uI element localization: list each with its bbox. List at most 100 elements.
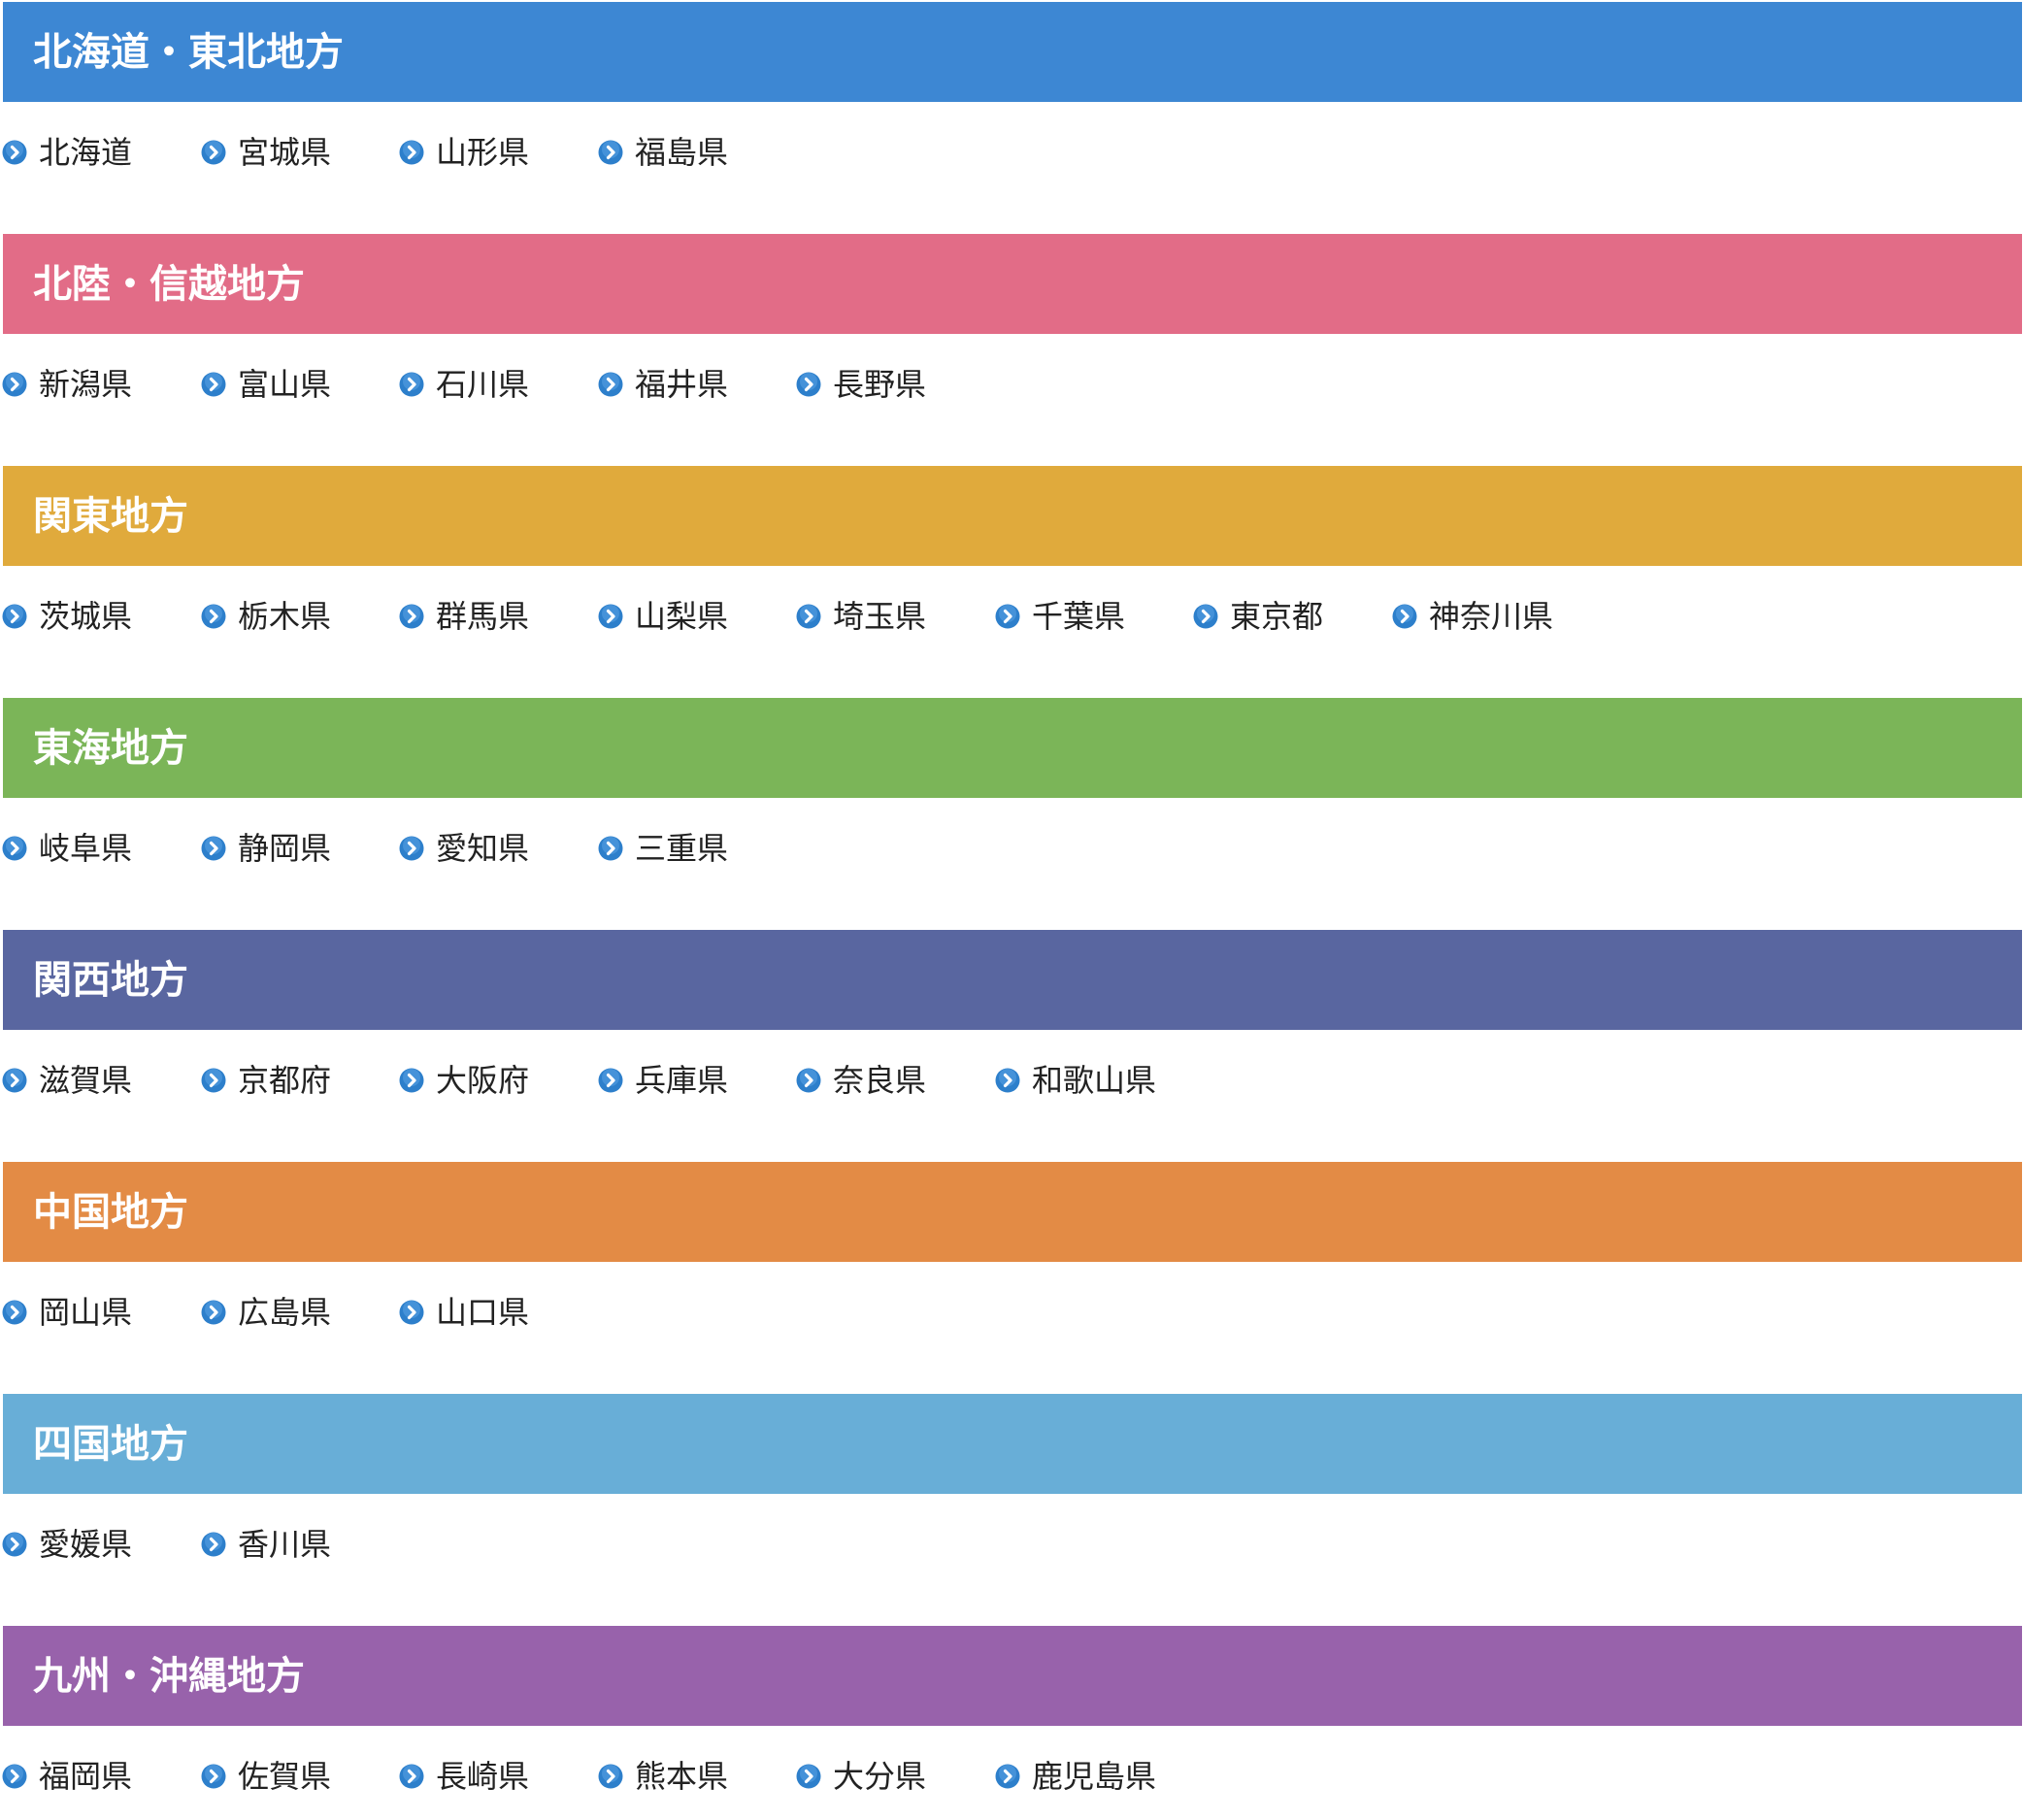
region-tokai: 東海地方岐阜県 静岡県 愛知県 三重県 xyxy=(0,698,2023,892)
prefecture-link[interactable]: 山口県 xyxy=(399,1288,529,1337)
prefecture-link[interactable]: 奈良県 xyxy=(796,1056,926,1105)
region-title: 北海道・東北地方 xyxy=(33,29,344,75)
prefecture-link[interactable]: 新潟県 xyxy=(2,360,132,409)
chevron-right-circle-icon xyxy=(995,604,1020,629)
prefecture-link[interactable]: 埼玉県 xyxy=(796,592,926,641)
chevron-right-circle-icon xyxy=(399,604,424,629)
prefecture-label: 岡山県 xyxy=(39,1294,133,1331)
chevron-right-circle-icon xyxy=(201,836,226,861)
prefecture-label: 長崎県 xyxy=(436,1758,530,1795)
chevron-right-circle-icon xyxy=(598,372,623,397)
prefecture-link[interactable]: 愛媛県 xyxy=(2,1520,132,1569)
region-title: 九州・沖縄地方 xyxy=(33,1653,305,1699)
prefecture-link[interactable]: 鹿児島県 xyxy=(995,1752,1156,1801)
prefecture-link[interactable]: 福井県 xyxy=(598,360,728,409)
prefecture-label: 埼玉県 xyxy=(833,598,927,635)
prefecture-link[interactable]: 広島県 xyxy=(201,1288,331,1337)
prefecture-link[interactable]: 静岡県 xyxy=(201,824,331,873)
prefecture-label: 福井県 xyxy=(635,366,729,403)
region-chugoku: 中国地方岡山県 広島県 山口県 xyxy=(0,1162,2023,1356)
region-hokkaido-tohoku: 北海道・東北地方北海道 宮城県 山形県 福島県 xyxy=(0,2,2023,196)
prefecture-label: 和歌山県 xyxy=(1032,1062,1157,1099)
chevron-right-circle-icon xyxy=(796,604,821,629)
prefecture-list: 滋賀県 京都府 大阪府 兵庫県 奈良県 和歌山県 xyxy=(0,1056,2023,1105)
region-header: 関西地方 xyxy=(3,930,2022,1030)
region-header: 中国地方 xyxy=(3,1162,2022,1262)
chevron-right-circle-icon xyxy=(1193,604,1218,629)
prefecture-link[interactable]: 熊本県 xyxy=(598,1752,728,1801)
prefecture-link[interactable]: 北海道 xyxy=(2,128,132,177)
prefecture-link[interactable]: 和歌山県 xyxy=(995,1056,1156,1105)
prefecture-link[interactable]: 宮城県 xyxy=(201,128,331,177)
prefecture-link[interactable]: 富山県 xyxy=(201,360,331,409)
prefecture-label: 熊本県 xyxy=(635,1758,729,1795)
region-kansai: 関西地方滋賀県 京都府 大阪府 兵庫県 奈良県 和歌山県 xyxy=(0,930,2023,1124)
prefecture-list: 愛媛県 香川県 xyxy=(0,1520,2023,1569)
prefecture-label: 兵庫県 xyxy=(635,1062,729,1099)
prefecture-label: 愛知県 xyxy=(436,830,530,867)
region-title: 関東地方 xyxy=(33,493,188,539)
prefecture-label: 福島県 xyxy=(635,134,729,171)
prefecture-label: 茨城県 xyxy=(39,598,133,635)
prefecture-label: 神奈川県 xyxy=(1429,598,1554,635)
prefecture-link[interactable]: 山形県 xyxy=(399,128,529,177)
prefecture-link[interactable]: 神奈川県 xyxy=(1392,592,1553,641)
chevron-right-circle-icon xyxy=(201,1532,226,1557)
prefecture-link[interactable]: 栃木県 xyxy=(201,592,331,641)
prefecture-list: 福岡県 佐賀県 長崎県 熊本県 大分県 鹿児島県 xyxy=(0,1752,2023,1801)
prefecture-link[interactable]: 群馬県 xyxy=(399,592,529,641)
chevron-right-circle-icon xyxy=(2,604,27,629)
prefecture-link[interactable]: 佐賀県 xyxy=(201,1752,331,1801)
chevron-right-circle-icon xyxy=(2,372,27,397)
prefecture-link[interactable]: 兵庫県 xyxy=(598,1056,728,1105)
prefecture-label: 山梨県 xyxy=(635,598,729,635)
chevron-right-circle-icon xyxy=(598,1068,623,1093)
prefecture-label: 石川県 xyxy=(436,366,530,403)
chevron-right-circle-icon xyxy=(598,140,623,165)
prefecture-link[interactable]: 大分県 xyxy=(796,1752,926,1801)
prefecture-label: 千葉県 xyxy=(1032,598,1126,635)
prefecture-label: 長野県 xyxy=(833,366,927,403)
chevron-right-circle-icon xyxy=(995,1068,1020,1093)
prefecture-link[interactable]: 長崎県 xyxy=(399,1752,529,1801)
prefecture-link[interactable]: 福岡県 xyxy=(2,1752,132,1801)
prefecture-link[interactable]: 滋賀県 xyxy=(2,1056,132,1105)
prefecture-link[interactable]: 香川県 xyxy=(201,1520,331,1569)
prefecture-label: 鹿児島県 xyxy=(1032,1758,1157,1795)
prefecture-link[interactable]: 福島県 xyxy=(598,128,728,177)
region-shikoku: 四国地方愛媛県 香川県 xyxy=(0,1394,2023,1588)
prefecture-link[interactable]: 愛知県 xyxy=(399,824,529,873)
prefecture-label: 東京都 xyxy=(1230,598,1324,635)
prefecture-link[interactable]: 石川県 xyxy=(399,360,529,409)
prefecture-link[interactable]: 茨城県 xyxy=(2,592,132,641)
prefecture-link[interactable]: 千葉県 xyxy=(995,592,1125,641)
region-title: 東海地方 xyxy=(33,725,188,771)
prefecture-link[interactable]: 三重県 xyxy=(598,824,728,873)
region-hokuriku-shinetsu: 北陸・信越地方 新潟県 富山県 石川県 福井県 長野県 xyxy=(0,234,2023,428)
prefecture-label: 群馬県 xyxy=(436,598,530,635)
prefecture-link[interactable]: 山梨県 xyxy=(598,592,728,641)
chevron-right-circle-icon xyxy=(399,1068,424,1093)
prefecture-label: 山口県 xyxy=(436,1294,530,1331)
prefecture-link[interactable]: 京都府 xyxy=(201,1056,331,1105)
chevron-right-circle-icon xyxy=(796,1068,821,1093)
prefecture-link[interactable]: 岐阜県 xyxy=(2,824,132,873)
region-title: 関西地方 xyxy=(33,957,188,1003)
chevron-right-circle-icon xyxy=(2,1068,27,1093)
prefecture-label: 大分県 xyxy=(833,1758,927,1795)
prefecture-link[interactable]: 東京都 xyxy=(1193,592,1323,641)
region-title: 四国地方 xyxy=(33,1421,188,1467)
prefecture-label: 北海道 xyxy=(39,134,133,171)
prefecture-label: 栃木県 xyxy=(238,598,332,635)
prefecture-link[interactable]: 岡山県 xyxy=(2,1288,132,1337)
region-title: 中国地方 xyxy=(33,1189,188,1235)
prefecture-label: 奈良県 xyxy=(833,1062,927,1099)
prefecture-list: 岐阜県 静岡県 愛知県 三重県 xyxy=(0,824,2023,873)
region-header: 北海道・東北地方 xyxy=(3,2,2022,102)
chevron-right-circle-icon xyxy=(399,1300,424,1325)
prefecture-link[interactable]: 長野県 xyxy=(796,360,926,409)
prefecture-link[interactable]: 大阪府 xyxy=(399,1056,529,1105)
chevron-right-circle-icon xyxy=(2,1764,27,1789)
chevron-right-circle-icon xyxy=(399,1764,424,1789)
prefecture-label: 新潟県 xyxy=(39,366,133,403)
